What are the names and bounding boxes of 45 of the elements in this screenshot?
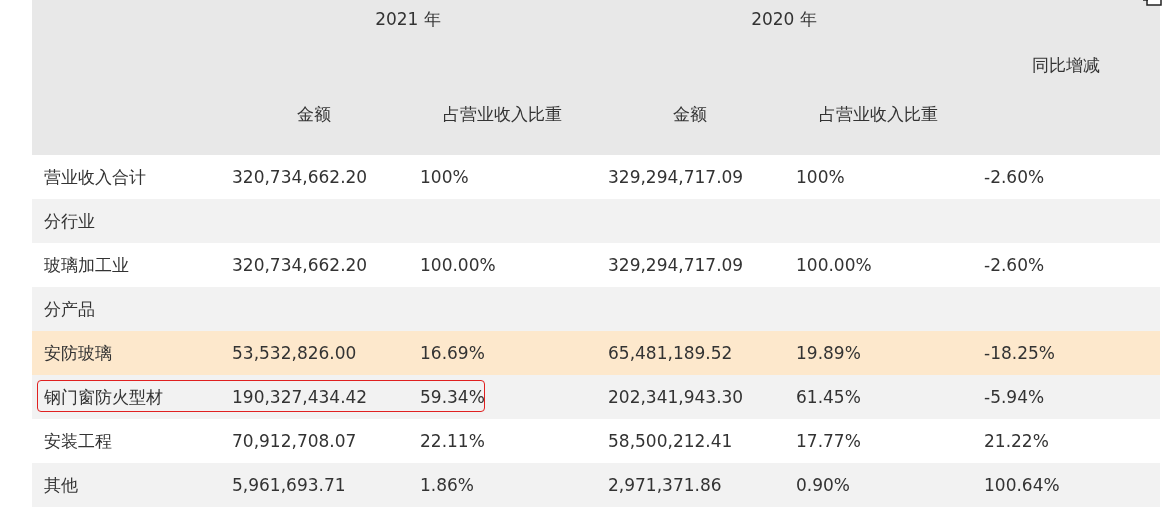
- table-cell-text: 58,500,212.41: [607, 431, 734, 451]
- table-cell-text: 320,734,662.20: [231, 167, 369, 187]
- table-cell-text: 0.90%: [795, 475, 851, 495]
- table-cell-text: 70,912,708.07: [231, 431, 358, 451]
- table-cell-text: 100%: [419, 167, 470, 187]
- table-cell-text: 22.11%: [419, 431, 486, 451]
- column-header: 2021 年: [375, 7, 441, 31]
- table-cell-text: 190,327,434.42: [231, 387, 369, 407]
- table-cell-text: 100.64%: [983, 475, 1061, 495]
- table-cell-text: 营业收入合计: [43, 165, 147, 189]
- column-header: 2020 年: [751, 7, 817, 31]
- table-cell-text: 100%: [795, 167, 846, 187]
- column-header: 金额: [297, 103, 331, 126]
- table-cell-text: 65,481,189.52: [607, 343, 734, 363]
- table-cell-text: 安防玻璃: [43, 341, 113, 365]
- table-cell-text: 玻璃加工业: [43, 253, 130, 277]
- table-cell-text: 5,961,693.71: [231, 475, 347, 495]
- table-cell-text: 21.22%: [983, 431, 1050, 451]
- table-cell-text: 320,734,662.20: [231, 255, 369, 275]
- table-cell-text: -5.94%: [983, 387, 1046, 407]
- table-cell-text: 2,971,371.86: [607, 475, 723, 495]
- table-cell-text: 安装工程: [43, 429, 113, 453]
- table-cell-text: 19.89%: [795, 343, 862, 363]
- table-cell-text: 61.45%: [795, 387, 862, 407]
- table-cell-text: 329,294,717.09: [607, 167, 745, 187]
- table-cell-text: 分产品: [43, 297, 96, 321]
- table-cell-text: 100.00%: [419, 255, 497, 275]
- column-header: 占营业收入比重: [818, 103, 938, 126]
- table-cell-text: 16.69%: [419, 343, 486, 363]
- column-header: 占营业收入比重: [442, 103, 562, 126]
- table-cell-text: 202,341,943.30: [607, 387, 745, 407]
- table-cell-text: 1.86%: [419, 475, 475, 495]
- table-cell-text: 53,532,826.00: [231, 343, 358, 363]
- table-cell-text: 17.77%: [795, 431, 862, 451]
- table-cell-text: 钢门窗防火型材: [43, 385, 164, 409]
- table-cell-text: -2.60%: [983, 167, 1046, 187]
- table-cell-text: -18.25%: [983, 343, 1056, 363]
- column-header: 同比增减: [1032, 53, 1100, 77]
- table-cell-text: 59.34%: [419, 387, 486, 407]
- table-cell-text: 329,294,717.09: [607, 255, 745, 275]
- table-cell-text: 分行业: [43, 209, 96, 233]
- table-cell-text: -2.60%: [983, 255, 1046, 275]
- table-cell-text: 100.00%: [795, 255, 873, 275]
- table-cell-text: 其他: [43, 473, 79, 497]
- column-header: 金额: [673, 103, 707, 126]
